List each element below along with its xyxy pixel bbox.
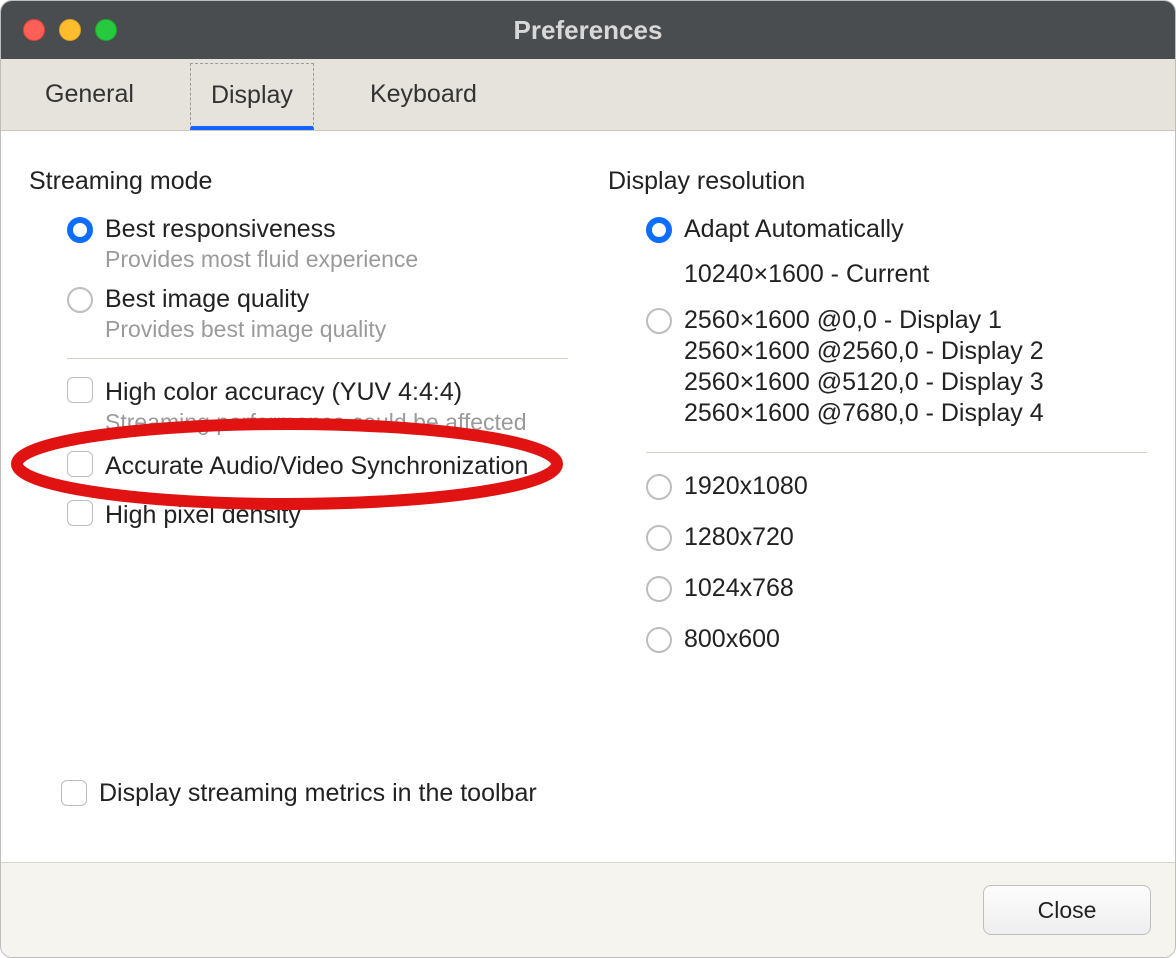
radio-icon <box>67 217 93 243</box>
option-best-responsiveness[interactable]: Best responsiveness Provides most fluid … <box>67 214 568 274</box>
checkbox-high-color-accuracy[interactable]: High color accuracy (YUV 4:4:4) Streamin… <box>67 377 568 437</box>
radio-icon <box>646 217 672 243</box>
content-area: Streaming mode Best responsiveness Provi… <box>1 131 1175 862</box>
checkbox-icon <box>67 377 93 403</box>
tab-keyboard[interactable]: Keyboard <box>350 59 497 130</box>
current-resolution-label: 10240×1600 - Current <box>684 259 1147 290</box>
tab-bar: General Display Keyboard <box>1 59 1175 131</box>
display-resolution-title: Display resolution <box>608 167 1147 196</box>
option-1280x720[interactable]: 1280x720 <box>646 522 1147 553</box>
option-label: Best responsiveness <box>105 214 418 245</box>
checkbox-accurate-av-sync[interactable]: Accurate Audio/Video Synchronization <box>67 451 568 482</box>
checkbox-display-metrics[interactable]: Display streaming metrics in the toolbar <box>61 778 537 809</box>
display-line: 2560×1600 @5120,0 - Display 3 <box>684 367 1044 398</box>
option-label: Best image quality <box>105 284 386 315</box>
tab-display[interactable]: Display <box>190 63 314 130</box>
radio-icon <box>646 627 672 653</box>
display-resolution-section: Display resolution Adapt Automatically 1… <box>608 167 1147 862</box>
option-adapt-automatically[interactable]: Adapt Automatically <box>646 214 1147 245</box>
divider <box>646 452 1147 453</box>
checkbox-label: High color accuracy (YUV 4:4:4) <box>105 377 527 408</box>
divider <box>67 358 568 359</box>
radio-icon <box>646 525 672 551</box>
streaming-mode-section: Streaming mode Best responsiveness Provi… <box>29 167 568 862</box>
checkbox-icon <box>67 451 93 477</box>
option-subtext: Provides best image quality <box>105 315 386 344</box>
checkbox-icon <box>67 500 93 526</box>
window-title: Preferences <box>1 15 1175 46</box>
checkbox-icon <box>61 780 87 806</box>
option-multi-display[interactable]: 2560×1600 @0,0 - Display 1 2560×1600 @25… <box>646 305 1147 430</box>
preferences-window: Preferences General Display Keyboard Str… <box>0 0 1176 958</box>
streaming-mode-title: Streaming mode <box>29 167 568 196</box>
radio-icon <box>646 576 672 602</box>
display-line: 2560×1600 @2560,0 - Display 2 <box>684 336 1044 367</box>
radio-icon <box>646 308 672 334</box>
checkbox-high-pixel-density[interactable]: High pixel density <box>67 500 568 531</box>
display-line: 2560×1600 @0,0 - Display 1 <box>684 305 1044 336</box>
option-label: 1024x768 <box>684 573 794 604</box>
checkbox-label: Display streaming metrics in the toolbar <box>99 778 537 809</box>
checkbox-subtext: Streaming performance could be affected <box>105 408 527 437</box>
option-subtext: Provides most fluid experience <box>105 245 418 274</box>
option-1920x1080[interactable]: 1920x1080 <box>646 471 1147 502</box>
radio-icon <box>646 474 672 500</box>
option-label: Adapt Automatically <box>684 214 904 245</box>
tab-general[interactable]: General <box>25 59 154 130</box>
option-800x600[interactable]: 800x600 <box>646 624 1147 655</box>
checkbox-label: Accurate Audio/Video Synchronization <box>105 451 528 482</box>
footer: Close <box>1 862 1175 957</box>
checkbox-label: High pixel density <box>105 500 301 531</box>
radio-icon <box>67 287 93 313</box>
option-best-image-quality[interactable]: Best image quality Provides best image q… <box>67 284 568 344</box>
titlebar: Preferences <box>1 1 1175 59</box>
close-button[interactable]: Close <box>983 885 1151 935</box>
option-1024x768[interactable]: 1024x768 <box>646 573 1147 604</box>
option-label: 1280x720 <box>684 522 794 553</box>
option-label: 800x600 <box>684 624 780 655</box>
multi-display-lines: 2560×1600 @0,0 - Display 1 2560×1600 @25… <box>684 305 1044 430</box>
option-label: 1920x1080 <box>684 471 808 502</box>
display-line: 2560×1600 @7680,0 - Display 4 <box>684 398 1044 429</box>
